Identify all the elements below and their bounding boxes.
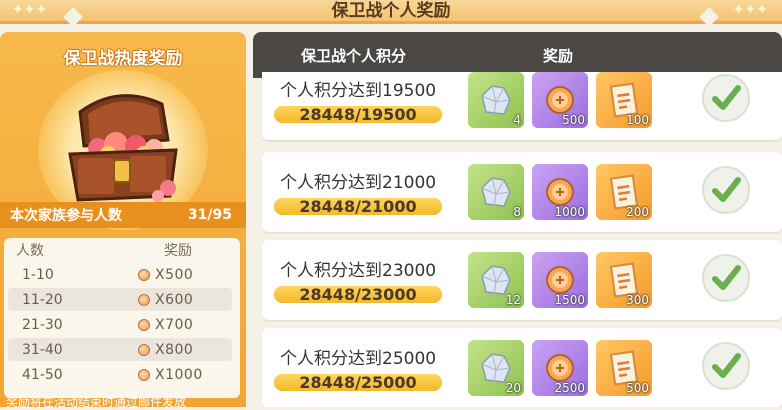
tier-row: 11-20 X600 bbox=[8, 288, 232, 311]
tier-row: 31-40 X800 bbox=[8, 338, 232, 361]
sparkle-icon: ✦✦✦ bbox=[732, 2, 768, 18]
mail-notice: 奖励将在活动结束时通过邮件发放 bbox=[6, 395, 187, 409]
reward-qty: 200 bbox=[626, 205, 649, 219]
reward-list[interactable]: 个人积分达到19500 28448/19500 4 500 100 个人积分达到… bbox=[262, 72, 782, 407]
row-requirement: 个人积分达到19500 bbox=[280, 81, 437, 101]
crystal-icon bbox=[481, 177, 511, 207]
reward-qty: 1500 bbox=[554, 293, 585, 307]
progress-text: 28448/21000 bbox=[299, 197, 417, 216]
tier-amount: X700 bbox=[155, 316, 194, 333]
reward-row: 个人积分达到23000 28448/23000 12 1500 300 bbox=[262, 240, 782, 320]
coin-icon bbox=[138, 293, 150, 306]
progress-bar: 28448/19500 bbox=[274, 105, 442, 124]
page-title: 保卫战个人奖励 bbox=[331, 1, 451, 21]
reward-crystal[interactable]: 12 bbox=[468, 252, 524, 308]
crystal-icon bbox=[481, 85, 511, 115]
header-rewards: 奖励 bbox=[543, 47, 574, 65]
row-requirement: 个人积分达到25000 bbox=[280, 349, 437, 369]
reward-row: 个人积分达到25000 28448/25000 20 2500 500 bbox=[262, 328, 782, 407]
reward-ticket[interactable]: 200 bbox=[596, 164, 652, 220]
claimed-button[interactable] bbox=[702, 166, 750, 214]
reward-qty: 20 bbox=[505, 381, 521, 395]
checkmark-icon bbox=[712, 177, 741, 202]
reward-row: 个人积分达到21000 28448/21000 8 1000 200 bbox=[262, 152, 782, 232]
reward-coin[interactable]: 500 bbox=[532, 72, 588, 128]
title-banner: ✦✦✦ 保卫战个人奖励 ✦✦✦ bbox=[0, 0, 782, 24]
coin-icon bbox=[546, 86, 574, 114]
reward-ticket[interactable]: 300 bbox=[596, 252, 652, 308]
progress-text: 28448/19500 bbox=[299, 105, 417, 124]
tier-amount: X1000 bbox=[155, 366, 203, 383]
tier-row: 41-50 X1000 bbox=[8, 363, 232, 386]
progress-text: 28448/25000 bbox=[299, 373, 417, 392]
reward-row: 个人积分达到19500 28448/19500 4 500 100 bbox=[262, 72, 782, 140]
reward-qty: 2500 bbox=[554, 381, 585, 395]
participants-count: 31/95 bbox=[187, 207, 232, 223]
tier-header: 人数 奖励 bbox=[4, 238, 240, 262]
claimed-button[interactable] bbox=[702, 254, 750, 302]
coin-icon bbox=[546, 178, 574, 206]
tier-range: 11-20 bbox=[22, 291, 63, 308]
tier-amount: X800 bbox=[155, 341, 194, 358]
reward-crystal[interactable]: 8 bbox=[468, 164, 524, 220]
coin-icon bbox=[138, 343, 150, 356]
reward-coin[interactable]: 1000 bbox=[532, 164, 588, 220]
progress-bar: 28448/21000 bbox=[274, 197, 442, 216]
tier-range: 31-40 bbox=[22, 341, 63, 358]
tier-table: 人数 奖励 1-10 X500 11-20 X600 21-30 X700 31… bbox=[4, 238, 240, 398]
heat-reward-title: 保卫战热度奖励 bbox=[63, 49, 183, 69]
progress-bar: 28448/23000 bbox=[274, 285, 442, 304]
coin-icon bbox=[138, 368, 150, 381]
checkmark-icon bbox=[712, 353, 741, 378]
tier-header-reward: 奖励 bbox=[164, 243, 192, 259]
checkmark-icon bbox=[712, 265, 741, 290]
tier-header-count: 人数 bbox=[16, 243, 44, 259]
progress-bar: 28448/25000 bbox=[274, 373, 442, 392]
reward-coin[interactable]: 1500 bbox=[532, 252, 588, 308]
reward-qty: 100 bbox=[626, 113, 649, 127]
participants-bar: 本次家族参与人数 31/95 bbox=[0, 202, 246, 228]
reward-qty: 8 bbox=[513, 205, 521, 219]
reward-crystal[interactable]: 20 bbox=[468, 340, 524, 396]
tier-row: 21-30 X700 bbox=[8, 313, 232, 336]
reward-crystal[interactable]: 4 bbox=[468, 72, 524, 128]
participants-label: 本次家族参与人数 bbox=[10, 208, 122, 224]
coin-icon bbox=[138, 318, 150, 331]
tier-range: 41-50 bbox=[22, 366, 63, 383]
row-requirement: 个人积分达到23000 bbox=[280, 261, 437, 281]
coin-icon bbox=[546, 354, 574, 382]
coin-icon bbox=[546, 266, 574, 294]
tier-range: 1-10 bbox=[22, 266, 54, 283]
row-requirement: 个人积分达到21000 bbox=[280, 173, 437, 193]
reward-qty: 500 bbox=[562, 113, 585, 127]
reward-ticket[interactable]: 100 bbox=[596, 72, 652, 128]
reward-qty: 4 bbox=[513, 113, 521, 127]
header-score: 保卫战个人积分 bbox=[301, 47, 407, 65]
tier-amount: X500 bbox=[155, 266, 194, 283]
reward-ticket[interactable]: 500 bbox=[596, 340, 652, 396]
checkmark-icon bbox=[712, 85, 741, 110]
treasure-chest-icon bbox=[68, 94, 178, 202]
reward-qty: 300 bbox=[626, 293, 649, 307]
tier-row: 1-10 X500 bbox=[8, 263, 232, 286]
claimed-button[interactable] bbox=[702, 342, 750, 390]
reward-coin[interactable]: 2500 bbox=[532, 340, 588, 396]
reward-qty: 1000 bbox=[554, 205, 585, 219]
coin-icon bbox=[138, 268, 150, 281]
claimed-button[interactable] bbox=[702, 74, 750, 122]
reward-qty: 12 bbox=[505, 293, 521, 307]
reward-qty: 500 bbox=[626, 381, 649, 395]
tier-amount: X600 bbox=[155, 291, 194, 308]
progress-text: 28448/23000 bbox=[299, 285, 417, 304]
tier-range: 21-30 bbox=[22, 316, 63, 333]
